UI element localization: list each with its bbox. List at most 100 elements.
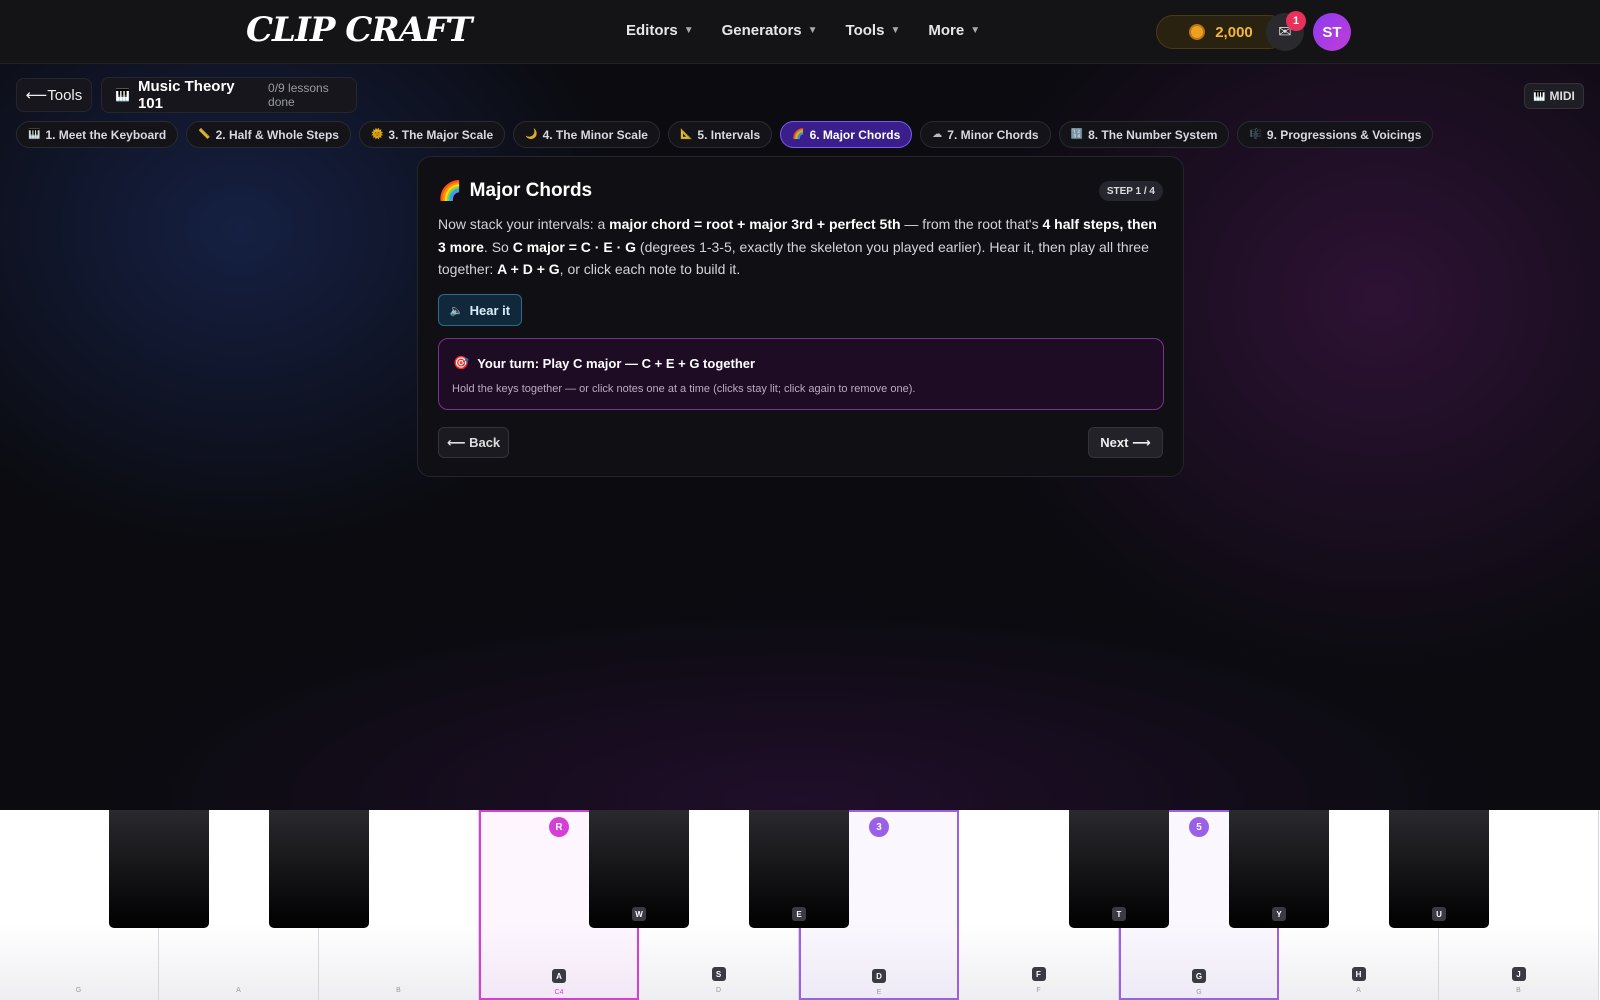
- key-shortcut: F: [1031, 967, 1046, 981]
- degree-badge: 5: [1189, 817, 1209, 837]
- arrow-left-icon: ⟵: [446, 434, 470, 450]
- clipcraft-logo[interactable]: CLIP CRAFT: [246, 10, 472, 50]
- main-nav: Editors ▼ Generators ▼ Tools ▼ More ▼: [626, 22, 980, 39]
- lesson-tab-6[interactable]: 🌈 6. Major Chords: [780, 121, 913, 148]
- avatar[interactable]: ST: [1313, 13, 1351, 51]
- black-key[interactable]: T: [1069, 810, 1169, 928]
- black-key[interactable]: [109, 810, 209, 928]
- note-label: C4: [554, 989, 564, 996]
- lesson-title-text: Major Chords: [469, 180, 593, 201]
- text-bold: C major = C · E · G: [512, 238, 637, 255]
- chevron-down-icon: ▼: [890, 25, 901, 36]
- nav-label: Generators: [721, 22, 802, 39]
- nav-generators[interactable]: Generators ▼: [722, 22, 818, 39]
- music-notes-icon: 🎼: [1249, 129, 1262, 140]
- degree-badge: 3: [869, 817, 889, 837]
- note-label: G: [75, 987, 82, 994]
- task-title-text: Your turn: Play C major — C + E + G toge…: [477, 355, 756, 371]
- midi-label: MIDI: [1549, 89, 1575, 103]
- chevron-down-icon: ▼: [807, 25, 818, 36]
- rainbow-icon: 🌈: [792, 129, 805, 140]
- next-label: Next: [1100, 435, 1129, 450]
- degree-badge: R: [549, 817, 569, 837]
- lesson-tab-label: 9. Progressions & Voicings: [1266, 127, 1422, 142]
- black-key[interactable]: E: [749, 810, 849, 928]
- numbers-icon: 🔢: [1070, 129, 1084, 140]
- piano-icon: 🎹: [115, 88, 130, 102]
- ruler-icon: 📏: [198, 129, 211, 140]
- sun-icon: 🌞: [370, 129, 384, 140]
- task-box: 🎯 Your turn: Play C major — C + E + G to…: [438, 338, 1164, 410]
- task-title: 🎯 Your turn: Play C major — C + E + G to…: [453, 355, 755, 371]
- black-key[interactable]: U: [1389, 810, 1489, 928]
- keyboard-icon: 🎹: [28, 129, 41, 140]
- text-run: — from the root that's: [900, 216, 1043, 232]
- course-progress: 0/9 lessons done: [268, 81, 329, 109]
- note-label: B: [1516, 987, 1521, 994]
- speaker-icon: 🔈: [449, 304, 464, 317]
- next-button[interactable]: Next ⟶: [1088, 427, 1163, 458]
- arrow-right-icon: ⟶: [1128, 434, 1151, 450]
- key-shortcut: Y: [1272, 907, 1286, 921]
- lesson-tabs: 🎹 1. Meet the Keyboard 📏 2. Half & Whole St…: [16, 121, 1434, 148]
- nav-label: Tools: [845, 22, 885, 39]
- back-label: Tools: [47, 86, 83, 104]
- nav-more[interactable]: More ▼: [928, 22, 980, 39]
- moon-icon: 🌙: [525, 129, 538, 140]
- text-bold: A + D + G: [497, 261, 560, 277]
- note-label: A: [1356, 987, 1361, 994]
- lesson-tab-9[interactable]: 🎼 9. Progressions & Voicings: [1237, 121, 1434, 148]
- back-to-tools-button[interactable]: ⟵ Tools: [16, 78, 92, 112]
- lesson-tab-label: 2. Half & Whole Steps: [215, 127, 339, 142]
- lesson-tab-4[interactable]: 🌙 4. The Minor Scale: [513, 121, 660, 148]
- course-title: Music Theory 101: [137, 78, 235, 112]
- text-run: , or click each note to build it.: [559, 261, 741, 277]
- nav-tools[interactable]: Tools ▼: [846, 22, 901, 39]
- key-shortcut: E: [792, 907, 806, 921]
- notification-badge: 1: [1286, 11, 1306, 31]
- lesson-tab-label: 6. Major Chords: [809, 127, 901, 142]
- key-shortcut: S: [711, 967, 726, 981]
- hear-it-button[interactable]: 🔈 Hear it: [438, 294, 522, 326]
- lesson-tab-2[interactable]: 📏 2. Half & Whole Steps: [186, 121, 351, 148]
- arrow-left-icon: ⟵: [25, 87, 48, 104]
- text-run: . So: [483, 238, 513, 255]
- note-label: F: [1036, 987, 1041, 994]
- back-button[interactable]: ⟵ Back: [438, 427, 509, 458]
- lesson-tab-label: 4. The Minor Scale: [542, 127, 648, 142]
- note-label: A: [236, 987, 241, 994]
- chevron-down-icon: ▼: [970, 25, 981, 36]
- hear-label: Hear it: [469, 302, 511, 318]
- piano-keyboard: G A B A C4 R S D D E 3 F F G G 5 H A J B W E T Y U: [0, 810, 1600, 1000]
- cloud-icon: ☁: [932, 129, 943, 140]
- key-shortcut: H: [1351, 967, 1366, 981]
- text-bold: major chord = root + major 3rd + perfect…: [609, 216, 901, 232]
- keyboard-icon: 🎹: [1533, 90, 1546, 102]
- note-label: G: [1196, 989, 1202, 996]
- lesson-tab-label: 5. Intervals: [697, 127, 761, 142]
- triangle-ruler-icon: 📐: [679, 129, 693, 140]
- text-run: Now stack your intervals: a: [438, 216, 610, 232]
- back-label: Back: [469, 435, 501, 450]
- lesson-tab-7[interactable]: ☁ 7. Minor Chords: [920, 121, 1051, 148]
- rainbow-icon: 🌈: [438, 181, 462, 202]
- target-icon: 🎯: [453, 355, 470, 370]
- black-key[interactable]: [269, 810, 369, 928]
- key-shortcut: G: [1192, 969, 1206, 983]
- lesson-tab-3[interactable]: 🌞 3. The Major Scale: [358, 121, 506, 148]
- black-key[interactable]: W: [589, 810, 689, 928]
- course-header: 🎹 Music Theory 101 0/9 lessons done: [101, 77, 357, 113]
- lesson-text: Now stack your intervals: a major chord …: [438, 213, 1163, 281]
- lesson-tab-5[interactable]: 📐 5. Intervals: [667, 121, 773, 148]
- note-label: B: [396, 987, 401, 994]
- nav-editors[interactable]: Editors ▼: [626, 22, 694, 39]
- black-key[interactable]: Y: [1229, 810, 1329, 928]
- lesson-tab-8[interactable]: 🔢 8. The Number System: [1058, 121, 1230, 148]
- lesson-tab-1[interactable]: 🎹 1. Meet the Keyboard: [16, 121, 179, 148]
- key-shortcut: U: [1432, 907, 1446, 921]
- coin-icon: [1189, 24, 1206, 40]
- key-shortcut: W: [632, 907, 646, 921]
- midi-button[interactable]: 🎹 MIDI: [1524, 83, 1584, 109]
- lesson-tab-label: 3. The Major Scale: [388, 127, 494, 142]
- lesson-tab-label: 8. The Number System: [1088, 127, 1218, 142]
